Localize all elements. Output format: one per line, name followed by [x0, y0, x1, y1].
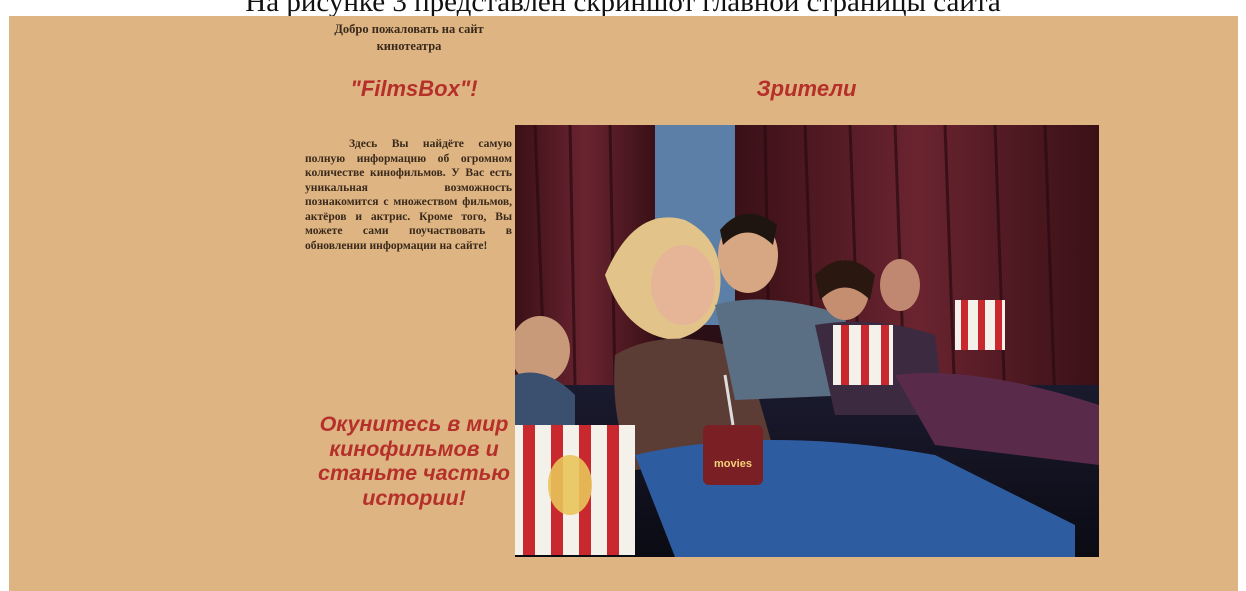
audience-photo: movies — [515, 125, 1099, 557]
slogan-text: Окунитесь в мир кинофильмов и станьте ча… — [318, 412, 510, 510]
brand-name: "FilmsBox"! — [350, 76, 478, 101]
page-content: Добро пожаловать на сайт кинотеатра "Fil… — [9, 16, 1238, 591]
welcome-text: Добро пожаловать на сайт кинотеатра — [334, 22, 484, 53]
cup-label: movies — [714, 458, 752, 470]
photo-title: Зрители — [756, 76, 857, 101]
intro-text: Здесь Вы найдёте самую полную информацию… — [305, 137, 512, 252]
